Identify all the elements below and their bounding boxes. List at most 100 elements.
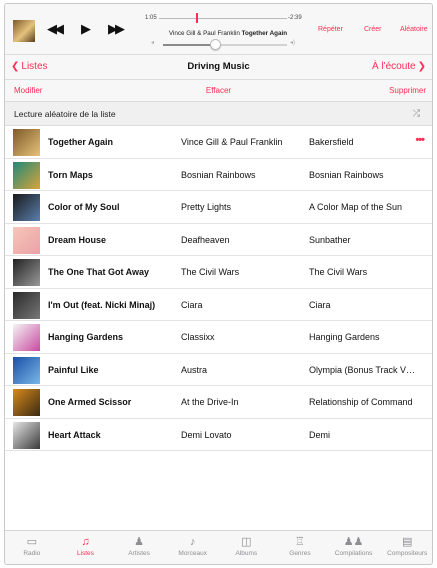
song-artist: Bosnian Rainbows [181,169,256,180]
song-row[interactable]: One Armed Scissor At the Drive-In Relation… [5,386,432,419]
volume-fill [163,44,216,46]
album-artwork [13,324,40,351]
song-row[interactable]: Heart Attack Demi Lovato Demi [5,419,432,451]
song-album: Hanging Gardens [309,332,380,342]
song-artist: Austra [181,364,208,375]
song-title: Painful Like [48,364,99,375]
album-artwork [13,421,40,449]
tab-listes[interactable]: ♫ Listes [59,535,113,557]
song-row[interactable]: Together Again Vince Gill & Paul Franklin… [5,126,432,159]
now-playing-title: Together Again [241,30,288,37]
song-row[interactable]: Hanging Gardens Classixx Hanging Gardens [5,321,432,354]
tab-artistes[interactable]: ♟ Artistes [112,535,166,557]
song-artist: Deafheaven [181,234,230,245]
shuffle-playlist-label: Lecture aléatoire de la liste [14,109,116,119]
song-artist: The Civil Wars [181,267,240,277]
navigation-bar: ❮ Listes Driving Music À l'écoute ❯ [5,54,432,80]
artists-icon: ♟ [134,536,144,548]
tab-radio[interactable]: ▭ Radio [5,535,59,557]
now-playing-button-label: À l'écoute [372,61,416,72]
progress-track[interactable] [159,18,287,19]
now-playing-button[interactable]: À l'écoute ❯ [372,61,426,72]
song-title: Dream House [48,234,107,245]
tab-compilations[interactable]: ♟♟ Compilations [327,535,381,557]
song-row[interactable]: Dream House Deafheaven Sunbather [5,224,432,256]
previous-track-icon[interactable]: ◀◀ [47,22,64,36]
tab-label: Morceaux [178,550,207,557]
clear-button[interactable]: Effacer [5,86,432,95]
tab-bar: ▭ Radio ♫ Listes ♟ Artistes ♪ Morceaux ◫ Albums ♖ G… [5,530,432,564]
volume-high-icon: ◂) [290,40,296,46]
page-title: Driving Music [187,61,250,72]
volume-low-icon: ◂ [151,40,155,46]
album-artwork [13,226,40,254]
play-icon[interactable]: ▶ [81,22,91,36]
now-playing-info: Vince Gill & Paul Franklin Together Agai… [140,30,316,37]
song-title: Torn Maps [48,169,93,180]
chevron-right-icon: ❯ [417,61,426,72]
song-album: Ciara [309,299,331,310]
album-artwork [13,389,40,416]
tab-label: Compilations [334,550,373,557]
song-title: I'm Out (feat. Nicki Minaj) [48,299,156,310]
album-artwork [13,194,40,221]
music-app-window: ◀◀ ▶ ▶▶ 1:05 -2:39 Vince Gill & Paul Fra… [4,3,433,565]
shuffle-button[interactable]: Aléatoire [400,26,428,33]
albums-icon: ◫ [241,536,252,548]
song-artist: At the Drive-In [181,397,239,407]
volume-track[interactable] [163,44,287,46]
songs-icon: ♪ [189,536,196,548]
album-artwork [13,259,40,286]
song-album: A Color Map of the Sun [309,202,403,212]
song-title: One Armed Scissor [48,397,132,407]
song-row[interactable]: Color of My Soul Pretty Lights A Color Map… [5,191,432,224]
song-artist: Ciara [181,299,203,310]
song-title: The One That Got Away [48,267,150,277]
tab-genres[interactable]: ♖ Genres [273,535,327,557]
composers-icon: ▤ [401,536,413,548]
song-row[interactable]: The One That Got Away The Civil Wars The C… [5,256,432,289]
more-options-icon[interactable]: ••• [415,134,425,146]
tab-label: Albums [235,550,258,557]
song-row[interactable]: I'm Out (feat. Nicki Minaj) Ciara Ciara [5,289,432,321]
song-artist: Demi Lovato [181,429,232,440]
tab-label: Listes [76,550,94,557]
tab-compositeurs[interactable]: ▤ Compositeurs [380,535,432,557]
album-artwork [13,161,40,189]
song-row[interactable]: Torn Maps Bosnian Rainbows Bosnian Rainbow… [5,159,432,191]
tab-label: Radio [23,550,41,557]
song-title: Heart Attack [48,429,101,440]
repeat-button[interactable]: Répéter [318,26,343,33]
album-artwork [13,291,40,319]
song-title: Hanging Gardens [48,332,124,342]
create-button[interactable]: Créer [364,26,382,33]
shuffle-playlist-row[interactable]: Lecture aléatoire de la liste ⤮ [5,102,432,126]
now-playing-artist: Vince Gill & Paul Franklin [168,30,240,37]
now-playing-bar: ◀◀ ▶ ▶▶ 1:05 -2:39 Vince Gill & Paul Fra… [5,4,432,54]
progress-scrubber[interactable] [196,13,198,23]
song-row[interactable]: Painful Like Austra Olympia (Bonus Track V… [5,354,432,386]
album-artwork [13,129,40,156]
edit-toolbar: Modifier Effacer Supprimer [5,80,432,102]
song-album: Bosnian Rainbows [309,169,384,180]
song-artist: Pretty Lights [181,202,232,212]
song-artist: Vince Gill & Paul Franklin [181,137,283,147]
tab-label: Compositeurs [387,550,428,557]
song-album: Olympia (Bonus Track V… [309,364,416,375]
song-title: Together Again [48,137,113,147]
tab-label: Genres [289,550,311,557]
song-album: Bakersfield [309,137,354,147]
delete-button[interactable]: Supprimer [389,86,426,95]
elapsed-time: 1:05 [145,15,157,21]
now-playing-artwork[interactable] [13,20,35,42]
radio-icon: ▭ [26,536,38,548]
next-track-icon[interactable]: ▶▶ [108,22,125,36]
compilations-icon: ♟♟ [343,536,364,548]
tab-albums[interactable]: ◫ Albums [220,535,274,557]
tab-morceaux[interactable]: ♪ Morceaux [166,535,220,557]
song-artist: Classixx [181,332,215,342]
tab-label: Artistes [128,550,150,557]
volume-knob[interactable] [209,39,221,50]
song-title: Color of My Soul [48,202,120,212]
genres-icon: ♖ [295,536,305,548]
